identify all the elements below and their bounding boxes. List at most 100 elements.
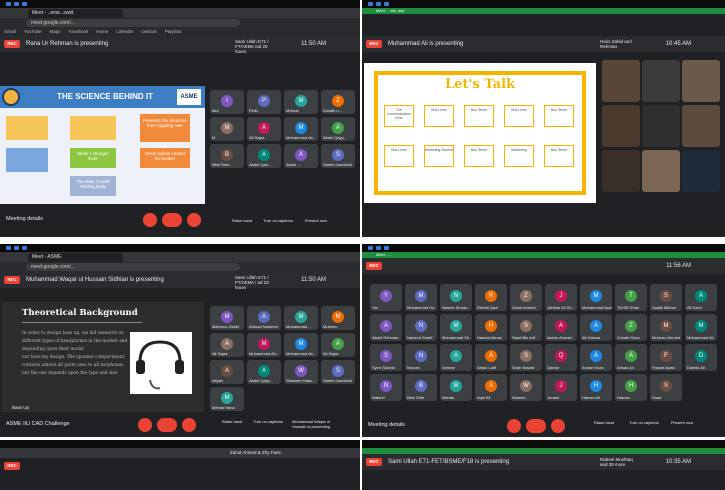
raise-hand-button[interactable]: Raise hand bbox=[584, 420, 624, 425]
participant-tile[interactable]: Z Zohaib u... bbox=[321, 90, 355, 114]
present-button[interactable]: Present now bbox=[662, 420, 702, 425]
participant-tile[interactable]: A Abdul Qad... bbox=[247, 144, 281, 168]
participant-tile[interactable]: A Abdul Qayy... bbox=[321, 117, 355, 141]
participant-tile[interactable]: Y Yar bbox=[370, 284, 402, 311]
participant-tile[interactable]: M Muhammad Ali bbox=[685, 314, 717, 341]
participant-tile[interactable]: S Saad bbox=[650, 374, 682, 401]
participant-tile[interactable] bbox=[682, 150, 720, 192]
participant-tile[interactable]: A Ahmad Nadeem bbox=[247, 306, 281, 330]
mic-off-button[interactable] bbox=[138, 418, 152, 432]
participant-tile[interactable]: Q Qamar bbox=[545, 344, 577, 371]
bookmark-item[interactable]: Home bbox=[96, 29, 108, 34]
participant-tile[interactable]: M Mubeen Ahmed bbox=[650, 314, 682, 341]
participant-tile[interactable] bbox=[602, 150, 640, 192]
participant-tile[interactable]: A Aqib Ali bbox=[475, 374, 507, 401]
meeting-details-button[interactable]: Meeting details bbox=[368, 422, 405, 428]
participant-tile[interactable] bbox=[682, 60, 720, 102]
participant-tile[interactable]: H Hasnat Akram bbox=[475, 314, 507, 341]
participant-tile[interactable]: A Ali Sami bbox=[685, 284, 717, 311]
participant-tile[interactable] bbox=[602, 105, 640, 147]
participant-tile[interactable]: N Naveed Sharif bbox=[405, 314, 437, 341]
participant-tile[interactable] bbox=[602, 60, 640, 102]
participant-tile[interactable]: A Ali Sajaz bbox=[321, 333, 355, 357]
participant-tile[interactable]: F Fawad Awan bbox=[650, 344, 682, 371]
end-call-button[interactable] bbox=[526, 419, 546, 433]
raise-hand-button[interactable]: Raise hand bbox=[212, 419, 252, 424]
participant-tile[interactable]: Z Zahid Ahmed bbox=[510, 284, 542, 311]
participant-tile[interactable]: M Muhammad ... bbox=[284, 306, 318, 330]
captions-button[interactable]: Turn on captions bbox=[248, 419, 288, 424]
present-button[interactable]: Present now bbox=[296, 218, 336, 223]
participant-tile[interactable]: MM bbox=[210, 117, 244, 141]
participant-tile[interactable]: W Waseem Hass... bbox=[284, 360, 318, 384]
mic-off-button[interactable] bbox=[507, 419, 521, 433]
raise-hand-button[interactable]: Raise hand bbox=[222, 218, 262, 223]
participant-tile[interactable]: M Muhammad Sh... bbox=[440, 314, 472, 341]
participant-tile[interactable]: J Junaid bbox=[545, 374, 577, 401]
participant-tile[interactable]: M Muhammad Awa... bbox=[580, 284, 612, 311]
participant-tile[interactable]: A Ammar bbox=[440, 344, 472, 371]
participant-tile[interactable]: S Saeed Jamshed bbox=[321, 360, 355, 384]
participant-tile[interactable]: H Hamza bbox=[615, 374, 647, 401]
bookmark-item[interactable]: Playlists bbox=[165, 29, 182, 34]
participant-tile[interactable]: M Muhammad Hu... bbox=[405, 284, 437, 311]
participant-tile[interactable]: S Saeed Jamshed bbox=[321, 144, 355, 168]
participant-tile[interactable]: S Saad Bin Arif bbox=[510, 314, 542, 341]
participant-tile[interactable]: A Abdul ... bbox=[284, 144, 318, 168]
participant-tile[interactable]: S Shah Nawaz bbox=[510, 344, 542, 371]
participant-tile[interactable]: A Aasim Ahmad bbox=[545, 314, 577, 341]
address-bar[interactable]: meet.google.com/... bbox=[26, 19, 240, 27]
participant-tile[interactable]: J Jahfaar Ali Sh... bbox=[545, 284, 577, 311]
end-call-button[interactable] bbox=[157, 418, 177, 432]
participant-tile[interactable]: N Naseer Musta... bbox=[440, 284, 472, 311]
captions-button[interactable]: Turn on captions bbox=[258, 218, 298, 223]
participant-tile[interactable]: A Ahsan Ali bbox=[615, 344, 647, 371]
participant-tile[interactable]: S Syed Shahid bbox=[370, 344, 402, 371]
participant-tile[interactable]: N Nabeel bbox=[370, 374, 402, 401]
participant-tile[interactable] bbox=[642, 60, 680, 102]
participant-tile[interactable]: S Saalik Iftikhar bbox=[650, 284, 682, 311]
meeting-details-button[interactable]: ASME IIU CAD Challenge bbox=[6, 421, 70, 427]
browser-tab[interactable]: Meet - ASME bbox=[28, 253, 123, 262]
presenting-notice[interactable]: Muhammad Waqar ul Hussain is presenting bbox=[286, 419, 336, 429]
bookmark-item[interactable]: Outlook bbox=[141, 29, 157, 34]
participant-tile[interactable]: A Abdul Latif bbox=[475, 344, 507, 371]
participant-tile[interactable]: M Muhammad Ab... bbox=[284, 333, 318, 357]
participant-tile[interactable]: M Mehak bbox=[440, 374, 472, 401]
participant-tile[interactable]: B Bilal Tahir bbox=[405, 374, 437, 401]
bookmark-item[interactable]: Maps bbox=[49, 29, 60, 34]
meeting-details-button[interactable]: Meeting details bbox=[6, 216, 43, 222]
bookmark-item[interactable]: Gmail bbox=[4, 29, 16, 34]
participant-tile[interactable]: M Muhammad Ab... bbox=[247, 333, 281, 357]
participant-tile[interactable]: A Ali Sajaz bbox=[247, 117, 281, 141]
participant-tile[interactable]: R Rehfat Qazi bbox=[475, 284, 507, 311]
participant-tile[interactable]: Z Zohaib Khan bbox=[615, 314, 647, 341]
mic-off-button[interactable] bbox=[143, 213, 157, 227]
captions-button[interactable]: Turn on captions bbox=[624, 420, 664, 425]
end-call-button[interactable] bbox=[162, 213, 182, 227]
participant-tile[interactable]: A Anwar Khan bbox=[580, 344, 612, 371]
bookmark-item[interactable]: Facebook bbox=[68, 29, 88, 34]
participant-tile[interactable]: P Pinki bbox=[247, 90, 281, 114]
participant-tile[interactable]: W Waleed bbox=[510, 374, 542, 401]
participant-tile[interactable]: A Abdul Rehman bbox=[370, 314, 402, 341]
participant-tile[interactable]: D Danish Ali bbox=[685, 344, 717, 371]
bookmark-item[interactable]: LinkedIn bbox=[116, 29, 133, 34]
participant-tile[interactable] bbox=[642, 105, 680, 147]
participant-tile[interactable]: T TAHIR Khan bbox=[615, 284, 647, 311]
participant-tile[interactable]: A Ali Hamza bbox=[580, 314, 612, 341]
participant-tile[interactable]: A Ali Sajaz bbox=[210, 333, 244, 357]
participant-tile[interactable]: M Muhammad Ab... bbox=[284, 117, 318, 141]
participant-tile[interactable]: M Mubeen bbox=[321, 306, 355, 330]
participant-tile[interactable]: N Noman bbox=[405, 344, 437, 371]
camera-off-button[interactable] bbox=[182, 418, 196, 432]
participant-tile[interactable]: A Abdul Qayy... bbox=[247, 360, 281, 384]
address-bar[interactable]: meet.google.com/... bbox=[26, 263, 240, 271]
participant-tile[interactable] bbox=[642, 150, 680, 192]
camera-off-button[interactable] bbox=[187, 213, 201, 227]
participant-tile[interactable]: A Aliyan bbox=[210, 360, 244, 384]
participant-tile[interactable]: I Ibni bbox=[210, 90, 244, 114]
participant-tile[interactable]: M Mohsin bbox=[284, 90, 318, 114]
participant-tile[interactable]: M Mehak Hana bbox=[210, 387, 244, 411]
participant-tile[interactable]: M Mahnoor Zahid bbox=[210, 306, 244, 330]
